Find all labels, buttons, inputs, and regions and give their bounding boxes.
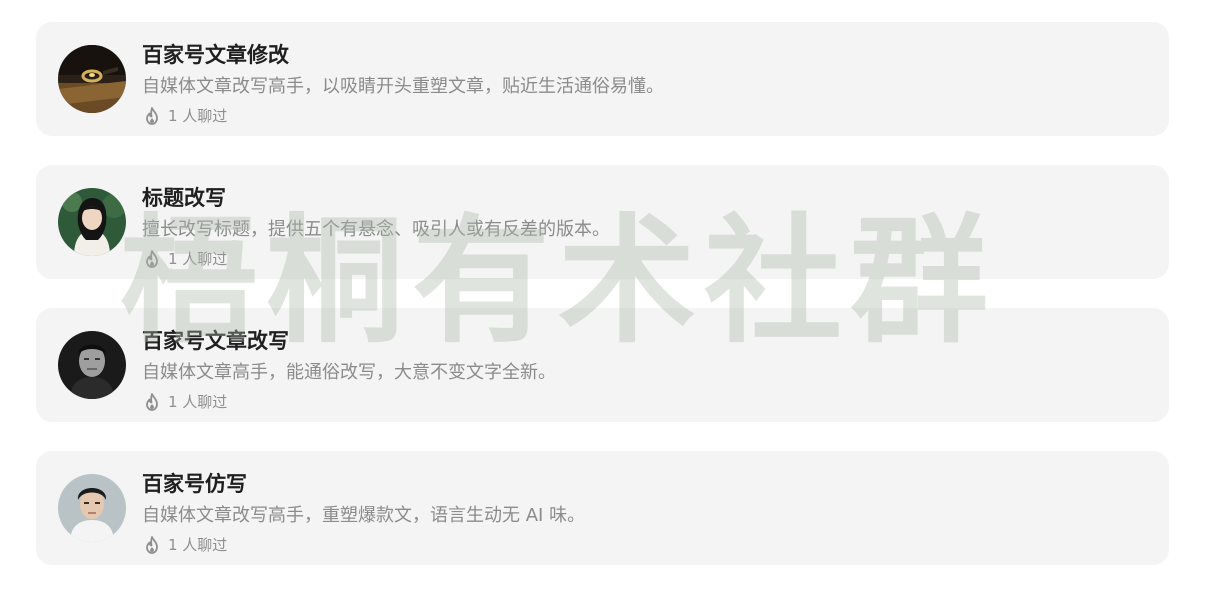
avatar [58, 474, 126, 542]
bot-card[interactable]: 百家号文章修改 自媒体文章改写高手，以吸睛开头重塑文章，贴近生活通俗易懂。 1 … [36, 22, 1169, 136]
chat-count-label: 1 人聊过 [168, 250, 228, 268]
chat-count-label: 1 人聊过 [168, 536, 228, 554]
bot-description: 自媒体文章改写高手，以吸睛开头重塑文章，贴近生活通俗易懂。 [142, 76, 664, 97]
fire-icon [144, 535, 160, 554]
avatar [58, 188, 126, 256]
bot-list: 百家号文章修改 自媒体文章改写高手，以吸睛开头重塑文章，贴近生活通俗易懂。 1 … [36, 22, 1169, 594]
bot-title: 百家号仿写 [142, 472, 247, 496]
bot-title: 百家号文章改写 [142, 329, 289, 353]
bot-description: 自媒体文章高手，能通俗改写，大意不变文字全新。 [142, 362, 556, 383]
bot-card[interactable]: 百家号仿写 自媒体文章改写高手，重塑爆款文，语言生动无 AI 味。 1 人聊过 [36, 451, 1169, 565]
chat-count-label: 1 人聊过 [168, 107, 228, 125]
bot-card[interactable]: 百家号文章改写 自媒体文章高手，能通俗改写，大意不变文字全新。 1 人聊过 [36, 308, 1169, 422]
avatar [58, 331, 126, 399]
fire-icon [144, 106, 160, 125]
bot-card[interactable]: 标题改写 擅长改写标题，提供五个有悬念、吸引人或有反差的版本。 1 人聊过 [36, 165, 1169, 279]
chat-count: 1 人聊过 [144, 248, 227, 269]
chat-count: 1 人聊过 [144, 105, 227, 126]
bot-title: 百家号文章修改 [142, 43, 289, 67]
fire-icon [144, 392, 160, 411]
bot-title: 标题改写 [142, 186, 226, 210]
bot-description: 自媒体文章改写高手，重塑爆款文，语言生动无 AI 味。 [142, 505, 586, 526]
avatar [58, 45, 126, 113]
chat-count: 1 人聊过 [144, 534, 227, 555]
chat-count: 1 人聊过 [144, 391, 227, 412]
bot-description: 擅长改写标题，提供五个有悬念、吸引人或有反差的版本。 [142, 219, 610, 240]
chat-count-label: 1 人聊过 [168, 393, 228, 411]
fire-icon [144, 249, 160, 268]
